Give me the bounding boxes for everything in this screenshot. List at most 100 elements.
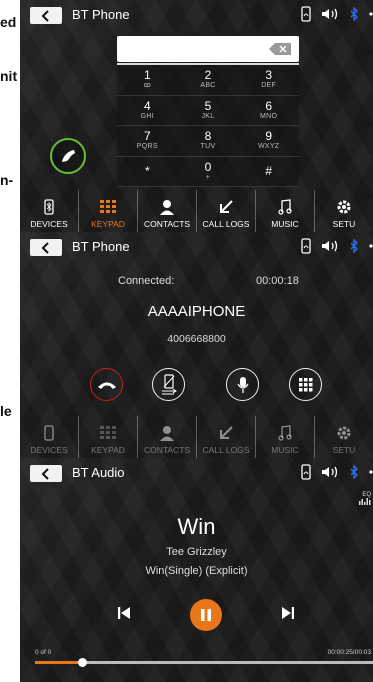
status-bar: BT Audio: [20, 458, 373, 488]
mute-button[interactable]: [226, 368, 259, 401]
show-keypad-button[interactable]: [289, 368, 322, 401]
volume-icon: [321, 8, 339, 20]
settings-icon: [337, 426, 351, 440]
end-call-button[interactable]: [90, 368, 123, 401]
nav-music[interactable]: MUSIC: [256, 190, 315, 232]
key-digit: 2: [204, 68, 212, 83]
keypad-key[interactable]: 5 JKL: [177, 96, 239, 126]
volume-icon: [321, 466, 339, 478]
pause-button[interactable]: [190, 599, 222, 631]
progress-knob[interactable]: [78, 658, 88, 667]
dial-input[interactable]: [117, 36, 299, 62]
phone-battery-icon: [301, 238, 311, 254]
phone-device-icon: [44, 199, 54, 215]
caller-number: 4006668800: [167, 333, 226, 345]
key-digit: 4: [143, 98, 151, 113]
transfer-to-phone-button[interactable]: [152, 368, 185, 401]
keypad-key[interactable]: 6 MNO: [238, 96, 299, 126]
progress-slider[interactable]: [35, 658, 373, 667]
pause-icon: [201, 609, 211, 621]
key-digit: 3: [265, 68, 272, 83]
key-letters: ABC: [200, 82, 216, 90]
nav-label: MUSIC: [271, 445, 299, 455]
previous-track-button[interactable]: [118, 606, 130, 625]
phone-transfer-icon: [161, 373, 177, 394]
nav-label: CALL LOGS: [202, 445, 250, 455]
key-letters: WXYZ: [257, 143, 280, 151]
keypad-key[interactable]: 7 PQRS: [117, 126, 178, 157]
status-bar: BT Phone: [20, 0, 373, 30]
key-digit: 8: [204, 129, 212, 144]
key-digit: #: [265, 164, 272, 179]
nav-call-logs[interactable]: CALL LOGS: [197, 190, 256, 232]
track-count: 0 of 0: [35, 649, 52, 656]
nav-label: MUSIC: [271, 219, 299, 229]
chevron-left-icon: [41, 241, 49, 254]
nav-setup[interactable]: SETU: [315, 416, 373, 458]
edge-text: nit: [0, 68, 18, 84]
nav-label: KEYPAD: [91, 445, 125, 455]
contacts-icon: [160, 426, 174, 441]
backspace-icon[interactable]: [269, 43, 291, 55]
artist-name: Tee Grizzley: [166, 546, 227, 558]
call-logs-icon: [220, 200, 233, 213]
nav-music[interactable]: MUSIC: [256, 416, 315, 458]
bluetooth-icon: [349, 7, 359, 21]
keypad-icon: [100, 200, 116, 213]
keypad-icon: [298, 377, 312, 391]
keypad-key[interactable]: 4 GHI: [117, 96, 178, 126]
key-digit: 6: [265, 98, 272, 113]
phone-device-icon: [44, 425, 54, 441]
playback-time: 00:00:25/00:03: [327, 649, 371, 656]
nav-label: CONTACTS: [143, 219, 191, 229]
eq-button[interactable]: EQ: [359, 492, 371, 507]
keypad-key[interactable]: 1ꝏ: [117, 65, 178, 96]
next-track-button[interactable]: [282, 606, 294, 625]
key-letters: JKL: [201, 112, 215, 120]
nav-contacts[interactable]: CONTACTS: [138, 190, 197, 232]
nav-devices[interactable]: DEVICES: [20, 416, 79, 458]
back-button[interactable]: [30, 239, 62, 256]
nav-keypad[interactable]: KEYPAD: [79, 190, 138, 232]
keypad-key[interactable]: 8 TUV: [177, 126, 239, 157]
key-digit: 1: [143, 68, 151, 83]
nav-call-logs[interactable]: CALL LOGS: [197, 416, 256, 458]
keypad-key[interactable]: 9 WXYZ: [238, 126, 299, 157]
phone-battery-icon: [301, 464, 311, 480]
keypad-key[interactable]: 2 ABC: [177, 65, 239, 96]
bottom-nav: DEVICES KEYPAD CONTACTS CALL LOGS MUSIC …: [20, 190, 373, 232]
key-digit: 7: [143, 129, 151, 144]
nav-setup[interactable]: SETU: [315, 190, 373, 232]
key-digit: 9: [265, 129, 272, 144]
key-letters: TUV: [200, 143, 216, 151]
call-duration: 00:00:18: [256, 275, 299, 287]
nav-label: CALL LOGS: [202, 219, 250, 229]
key-digit: *: [144, 164, 150, 179]
back-button[interactable]: [30, 7, 62, 24]
screen-title: BT Audio: [72, 465, 125, 480]
keypad-key[interactable]: 0 +: [177, 157, 239, 187]
album-name: Win(Single) (Explicit): [145, 565, 248, 577]
key-letters: DEF: [261, 82, 277, 90]
edge-text: le: [0, 403, 12, 419]
more-icon: [369, 241, 373, 251]
nav-label: CONTACTS: [143, 445, 191, 455]
nav-contacts[interactable]: CONTACTS: [138, 416, 197, 458]
keypad-key[interactable]: 3 DEF: [238, 65, 299, 96]
nav-devices[interactable]: DEVICES: [20, 190, 79, 232]
call-button[interactable]: [50, 138, 86, 174]
music-icon: [278, 199, 292, 215]
contacts-icon: [160, 200, 174, 215]
settings-icon: [337, 200, 351, 214]
keypad-key[interactable]: *: [117, 157, 178, 187]
keypad-key[interactable]: #: [238, 157, 299, 187]
phone-icon: [62, 150, 75, 162]
back-button[interactable]: [30, 465, 62, 482]
nav-keypad[interactable]: KEYPAD: [79, 416, 138, 458]
chevron-left-icon: [41, 9, 49, 22]
keypad-icon: [100, 426, 116, 439]
key-letters: +: [205, 173, 211, 181]
edge-text: ed: [0, 14, 17, 30]
hang-up-icon: [97, 382, 116, 389]
key-letters: GHI: [140, 112, 154, 120]
